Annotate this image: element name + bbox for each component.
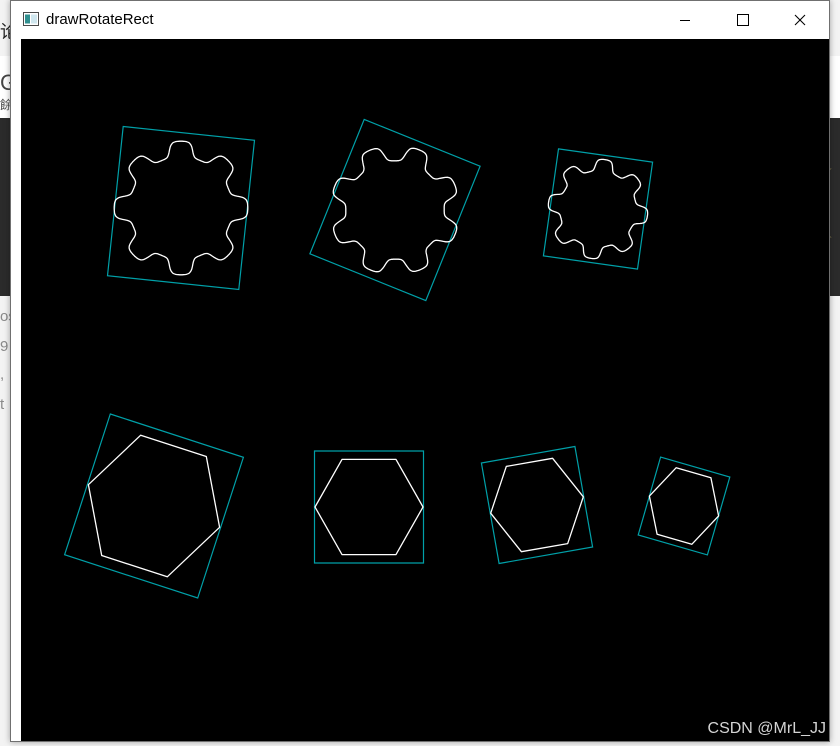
shape-contour (490, 457, 584, 553)
bounding-rotated-rect (309, 118, 481, 302)
shape-contour (648, 467, 720, 545)
hexagon-contour-4 (637, 456, 731, 556)
background-text-fragment: , (0, 366, 5, 383)
bounding-rotated-rect (480, 445, 594, 565)
shape-contour (314, 458, 424, 556)
hexagon-contour-3 (480, 445, 594, 565)
background-text-fragment: t (0, 396, 5, 413)
watermark: CSDN @MrL_JJ (707, 720, 826, 737)
maximize-icon (737, 14, 749, 26)
bounding-rotated-rect (542, 148, 654, 270)
bounding-rotated-rect (63, 413, 245, 599)
app-window: drawRotateRect (10, 0, 830, 742)
bounding-rotated-rect (106, 125, 256, 291)
minimize-button[interactable] (656, 1, 714, 39)
shape-contour (547, 158, 649, 260)
gear-contour-2 (309, 118, 481, 302)
close-button[interactable] (771, 1, 829, 39)
drawing-canvas-svg (63, 118, 731, 599)
gear-contour-3 (542, 148, 654, 270)
shape-contour (87, 434, 221, 578)
minimize-icon (680, 20, 690, 21)
hexagon-contour-2 (313, 450, 425, 564)
shape-contour (113, 140, 249, 276)
bounding-rotated-rect (313, 450, 425, 564)
window-title: drawRotateRect (46, 11, 154, 28)
hexagon-contour-1 (63, 413, 245, 599)
maximize-button[interactable] (714, 1, 772, 39)
drawing-canvas (21, 39, 829, 741)
title-bar[interactable]: drawRotateRect (11, 1, 829, 39)
close-icon (794, 14, 806, 26)
shape-contour (332, 147, 458, 273)
background-text-fragment: 9 (0, 338, 9, 355)
gear-contour-1 (106, 125, 256, 291)
app-icon (23, 12, 39, 26)
